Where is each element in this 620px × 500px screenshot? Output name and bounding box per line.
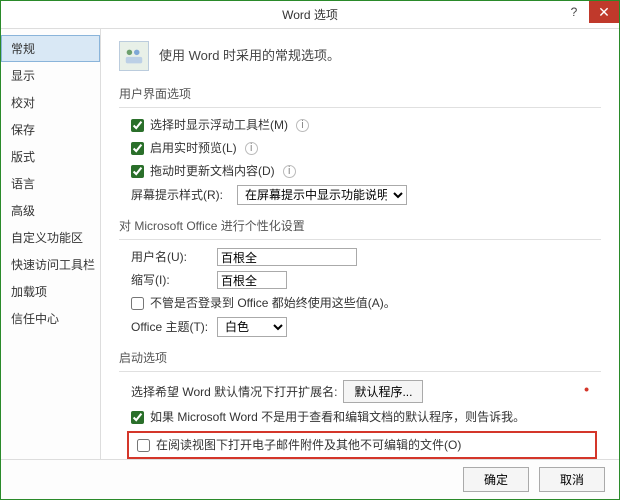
panel-header-text: 使用 Word 时采用的常规选项。 bbox=[159, 46, 340, 66]
label-open-email: 在阅读视图下打开电子邮件附件及其他不可编辑的文件(O) bbox=[156, 436, 461, 454]
dialog-body: 常规显示校对保存版式语言高级自定义功能区快速访问工具栏加载项信任中心 使用 Wo… bbox=[1, 29, 619, 459]
help-icon[interactable]: i bbox=[296, 119, 309, 132]
theme-select[interactable]: 白色 bbox=[217, 317, 287, 337]
default-programs-button[interactable]: 默认程序... bbox=[343, 380, 423, 403]
cancel-button[interactable]: 取消 bbox=[539, 467, 605, 492]
section-office-title: 对 Microsoft Office 进行个性化设置 bbox=[119, 213, 601, 240]
help-icon[interactable]: i bbox=[283, 165, 296, 178]
help-icon[interactable]: i bbox=[245, 142, 258, 155]
sidebar-item-trust-center[interactable]: 信任中心 bbox=[1, 305, 100, 332]
sidebar-item-save[interactable]: 保存 bbox=[1, 116, 100, 143]
sidebar-item-language[interactable]: 语言 bbox=[1, 170, 100, 197]
label-mini-toolbar: 选择时显示浮动工具栏(M) bbox=[150, 116, 288, 134]
sidebar-item-customize-ribbon[interactable]: 自定义功能区 bbox=[1, 224, 100, 251]
main-panel: 使用 Word 时采用的常规选项。 用户界面选项 选择时显示浮动工具栏(M) i… bbox=[101, 29, 619, 459]
row-mini-toolbar: 选择时显示浮动工具栏(M) i bbox=[131, 116, 601, 134]
general-icon bbox=[119, 41, 149, 71]
label-tell-me: 如果 Microsoft Word 不是用于查看和编辑文档的默认程序，则告诉我。 bbox=[150, 408, 525, 426]
panel-header: 使用 Word 时采用的常规选项。 bbox=[119, 41, 601, 71]
annotation-dot: • bbox=[584, 379, 589, 400]
theme-label: Office 主题(T): bbox=[131, 318, 211, 336]
label-update-content: 拖动时更新文档内容(D) bbox=[150, 162, 275, 180]
sidebar-item-advanced[interactable]: 高级 bbox=[1, 197, 100, 224]
default-programs-label: 选择希望 Word 默认情况下打开扩展名: bbox=[131, 383, 337, 401]
window-title: Word 选项 bbox=[282, 6, 338, 23]
row-theme: Office 主题(T): 白色 bbox=[131, 317, 601, 337]
titlebar: Word 选项 ? ✕ bbox=[1, 1, 619, 29]
checkbox-always-use[interactable] bbox=[131, 297, 144, 310]
close-button[interactable]: ✕ bbox=[589, 1, 619, 23]
label-live-preview: 启用实时预览(L) bbox=[150, 139, 237, 157]
sidebar-item-layout[interactable]: 版式 bbox=[1, 143, 100, 170]
row-open-email: 在阅读视图下打开电子邮件附件及其他不可编辑的文件(O) bbox=[137, 436, 591, 454]
checkbox-open-email[interactable] bbox=[137, 439, 150, 452]
dialog-footer: 确定 取消 bbox=[1, 459, 619, 499]
row-update-content: 拖动时更新文档内容(D) i bbox=[131, 162, 601, 180]
sidebar-item-quick-access[interactable]: 快速访问工具栏 bbox=[1, 251, 100, 278]
row-initials: 缩写(I): bbox=[131, 271, 601, 289]
section-startup-title: 启动选项 bbox=[119, 345, 601, 372]
options-dialog: Word 选项 ? ✕ 常规显示校对保存版式语言高级自定义功能区快速访问工具栏加… bbox=[0, 0, 620, 500]
screentip-select[interactable]: 在屏幕提示中显示功能说明 bbox=[237, 185, 407, 205]
row-username: 用户名(U): bbox=[131, 248, 601, 266]
row-tell-me: 如果 Microsoft Word 不是用于查看和编辑文档的默认程序，则告诉我。 bbox=[131, 408, 601, 426]
row-live-preview: 启用实时预览(L) i bbox=[131, 139, 601, 157]
checkbox-tell-me[interactable] bbox=[131, 411, 144, 424]
checkbox-live-preview[interactable] bbox=[131, 142, 144, 155]
initials-label: 缩写(I): bbox=[131, 271, 211, 289]
row-screentip: 屏幕提示样式(R): 在屏幕提示中显示功能说明 bbox=[131, 185, 601, 205]
username-input[interactable] bbox=[217, 248, 357, 266]
label-always-use: 不管是否登录到 Office 都始终使用这些值(A)。 bbox=[150, 294, 396, 312]
help-button[interactable]: ? bbox=[559, 1, 589, 23]
section-ui-title: 用户界面选项 bbox=[119, 81, 601, 108]
screentip-label: 屏幕提示样式(R): bbox=[131, 186, 231, 204]
annotation-highlight: 在阅读视图下打开电子邮件附件及其他不可编辑的文件(O) bbox=[127, 431, 597, 459]
row-always-use: 不管是否登录到 Office 都始终使用这些值(A)。 bbox=[131, 294, 601, 312]
row-default-programs: 选择希望 Word 默认情况下打开扩展名: 默认程序... bbox=[131, 380, 601, 403]
username-label: 用户名(U): bbox=[131, 248, 211, 266]
sidebar-item-addins[interactable]: 加载项 bbox=[1, 278, 100, 305]
checkbox-mini-toolbar[interactable] bbox=[131, 119, 144, 132]
ok-button[interactable]: 确定 bbox=[463, 467, 529, 492]
category-sidebar: 常规显示校对保存版式语言高级自定义功能区快速访问工具栏加载项信任中心 bbox=[1, 29, 101, 459]
checkbox-update-content[interactable] bbox=[131, 165, 144, 178]
initials-input[interactable] bbox=[217, 271, 287, 289]
titlebar-buttons: ? ✕ bbox=[559, 1, 619, 23]
sidebar-item-display[interactable]: 显示 bbox=[1, 62, 100, 89]
sidebar-item-general[interactable]: 常规 bbox=[1, 35, 100, 62]
sidebar-item-proofing[interactable]: 校对 bbox=[1, 89, 100, 116]
